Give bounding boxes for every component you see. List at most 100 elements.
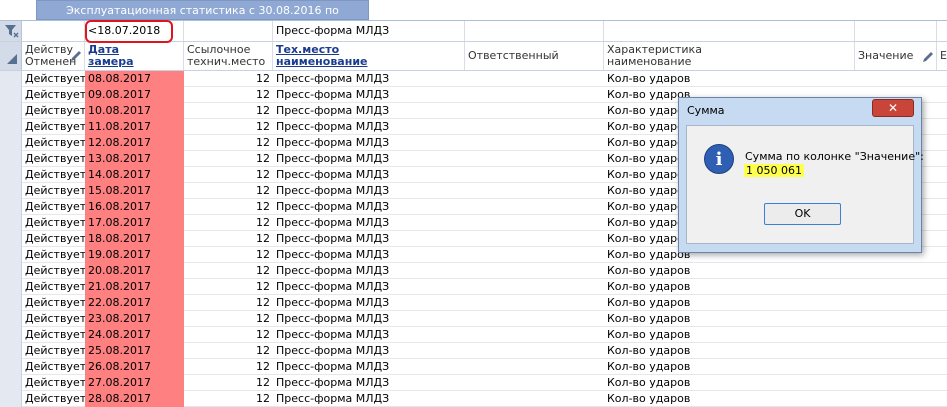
cell-place[interactable]: Пресс-форма МЛДЗ [273,247,465,263]
cell-date[interactable]: 14.08.2017 [85,167,184,183]
edit-pencil-icon[interactable] [69,49,83,63]
cell-feature[interactable]: Кол-во ударов [604,343,855,359]
dialog-close-button[interactable]: ✕ [872,99,914,117]
cell-place[interactable]: Пресс-форма МЛДЗ [273,327,465,343]
cell-owner[interactable] [465,215,604,231]
table-row[interactable]: Действует 25.08.2017 12 Пресс-форма МЛДЗ Кол… [0,343,947,359]
row-gutter[interactable] [0,167,22,183]
row-gutter[interactable] [0,343,22,359]
filter-ref[interactable] [184,21,273,41]
cell-place[interactable]: Пресс-форма МЛДЗ [273,151,465,167]
cell-status[interactable]: Действует [22,167,85,183]
cell-owner[interactable] [465,391,604,407]
row-gutter[interactable] [0,199,22,215]
cell-place[interactable]: Пресс-форма МЛДЗ [273,295,465,311]
cell-owner[interactable] [465,151,604,167]
cell-status[interactable]: Действует [22,87,85,103]
cell-date[interactable]: 17.08.2017 [85,215,184,231]
cell-ref[interactable]: 12 [184,295,273,311]
cell-status[interactable]: Действует [22,391,85,407]
cell-date[interactable]: 18.08.2017 [85,231,184,247]
cell-value[interactable] [855,359,947,375]
cell-date[interactable]: 08.08.2017 [85,71,184,87]
column-header-extra[interactable]: E [937,42,947,70]
cell-place[interactable]: Пресс-форма МЛДЗ [273,119,465,135]
row-gutter[interactable] [0,215,22,231]
cell-status[interactable]: Действует [22,183,85,199]
cell-feature[interactable]: Кол-во ударов [604,327,855,343]
table-row[interactable]: Действует 08.08.2017 12 Пресс-форма МЛДЗ Кол… [0,71,947,87]
cell-ref[interactable]: 12 [184,135,273,151]
row-gutter[interactable] [0,183,22,199]
cell-owner[interactable] [465,279,604,295]
table-row[interactable]: Действует 24.08.2017 12 Пресс-форма МЛДЗ Кол… [0,327,947,343]
cell-value[interactable] [855,391,947,407]
cell-date[interactable]: 13.08.2017 [85,151,184,167]
cell-ref[interactable]: 12 [184,119,273,135]
row-gutter[interactable] [0,327,22,343]
cell-ref[interactable]: 12 [184,391,273,407]
cell-ref[interactable]: 12 [184,231,273,247]
table-row[interactable]: Действует 28.08.2017 12 Пресс-форма МЛДЗ Кол… [0,391,947,407]
cell-date[interactable]: 12.08.2017 [85,135,184,151]
cell-date[interactable]: 16.08.2017 [85,199,184,215]
cell-status[interactable]: Действует [22,295,85,311]
row-gutter[interactable] [0,71,22,87]
cell-owner[interactable] [465,71,604,87]
cell-owner[interactable] [465,103,604,119]
row-gutter[interactable] [0,103,22,119]
cell-ref[interactable]: 12 [184,375,273,391]
filter-value[interactable] [855,21,937,41]
tab-operational-statistics[interactable]: Эксплуатационная статистика с 30.08.2016… [36,0,369,37]
cell-ref[interactable]: 12 [184,87,273,103]
table-row[interactable]: Действует 26.08.2017 12 Пресс-форма МЛДЗ Кол… [0,359,947,375]
cell-owner[interactable] [465,295,604,311]
cell-owner[interactable] [465,263,604,279]
cell-status[interactable]: Действует [22,279,85,295]
cell-place[interactable]: Пресс-форма МЛДЗ [273,87,465,103]
cell-date[interactable]: 23.08.2017 [85,311,184,327]
column-header-value[interactable]: Значение [855,42,937,70]
cell-owner[interactable] [465,247,604,263]
cell-value[interactable] [855,375,947,391]
cell-owner[interactable] [465,327,604,343]
cell-date[interactable]: 10.08.2017 [85,103,184,119]
cell-date[interactable]: 20.08.2017 [85,263,184,279]
cell-owner[interactable] [465,375,604,391]
cell-ref[interactable]: 12 [184,167,273,183]
column-header-date[interactable]: Дата замера [85,42,184,70]
cell-status[interactable]: Действует [22,343,85,359]
cell-ref[interactable]: 12 [184,359,273,375]
row-gutter[interactable] [0,375,22,391]
cell-ref[interactable]: 12 [184,103,273,119]
cell-date[interactable]: 25.08.2017 [85,343,184,359]
column-header-feature[interactable]: Характеристика наименование [604,42,855,70]
column-header-ref[interactable]: Ссылочное технич.место [184,42,273,70]
cell-owner[interactable] [465,135,604,151]
cell-status[interactable]: Действует [22,359,85,375]
cell-value[interactable] [855,71,947,87]
cell-date[interactable]: 15.08.2017 [85,183,184,199]
cell-status[interactable]: Действует [22,375,85,391]
cell-place[interactable]: Пресс-форма МЛДЗ [273,359,465,375]
cell-feature[interactable]: Кол-во ударов [604,359,855,375]
column-header-status[interactable]: Действу Отменен [22,42,85,70]
filter-status[interactable] [22,21,85,41]
cell-ref[interactable]: 12 [184,215,273,231]
cell-place[interactable]: Пресс-форма МЛДЗ [273,183,465,199]
cell-status[interactable]: Действует [22,231,85,247]
cell-place[interactable]: Пресс-форма МЛДЗ [273,215,465,231]
cell-place[interactable]: Пресс-форма МЛДЗ [273,311,465,327]
row-gutter[interactable] [0,135,22,151]
cell-date[interactable]: 09.08.2017 [85,87,184,103]
edit-pencil-icon[interactable] [921,50,935,64]
row-gutter[interactable] [0,247,22,263]
cell-status[interactable]: Действует [22,215,85,231]
cell-value[interactable] [855,263,947,279]
cell-place[interactable]: Пресс-форма МЛДЗ [273,135,465,151]
cell-ref[interactable]: 12 [184,327,273,343]
row-gutter[interactable] [0,263,22,279]
cell-feature[interactable]: Кол-во ударов [604,263,855,279]
cell-status[interactable]: Действует [22,103,85,119]
cell-date[interactable]: 11.08.2017 [85,119,184,135]
